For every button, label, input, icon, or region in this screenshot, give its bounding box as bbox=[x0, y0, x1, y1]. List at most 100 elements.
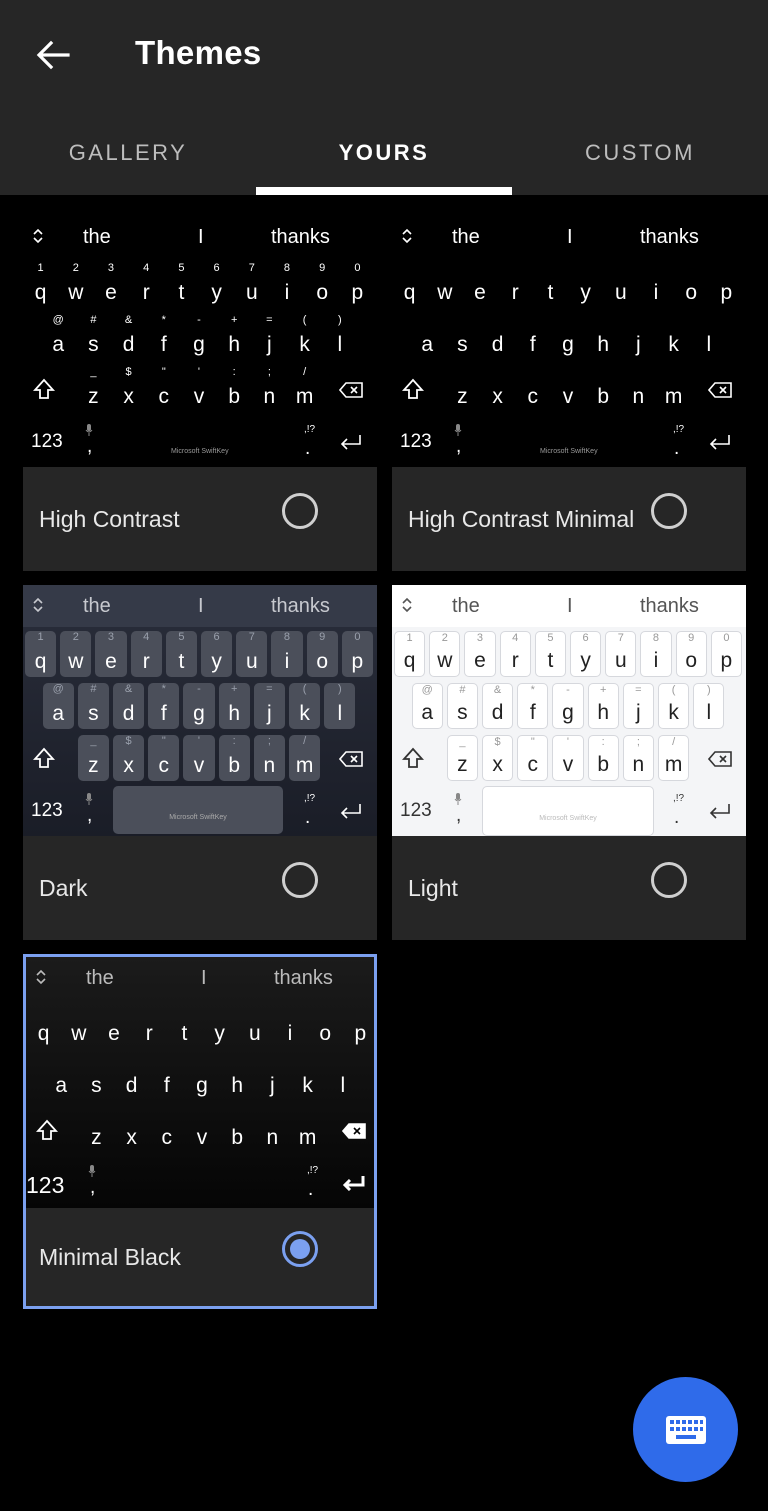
suggestion-bar: the Ithanks bbox=[26, 957, 374, 999]
key-label: a bbox=[52, 333, 65, 356]
key: 5t bbox=[166, 262, 197, 308]
key: u bbox=[605, 262, 636, 308]
key-secondary: # bbox=[459, 684, 466, 696]
key-secondary: / bbox=[672, 736, 676, 748]
theme-card-high-contrast[interactable]: the Ithanks 1 q 2 w 3 e 4 r 5 t 6 y 7 u 8 i 9 o 0 p @ a # s & d * f - g… bbox=[23, 216, 377, 571]
key-label: w bbox=[68, 281, 84, 304]
theme-card-high-contrast-minimal[interactable]: the Ithanks q w e r t y u i o p a s d f g h j k l z x c v b n m 123,… bbox=[392, 216, 746, 571]
back-button[interactable] bbox=[30, 32, 76, 78]
key: 9o bbox=[306, 631, 338, 677]
key-label: z bbox=[457, 753, 468, 776]
key-label: x bbox=[492, 753, 503, 776]
key-label: j bbox=[636, 333, 641, 356]
key: 1q bbox=[25, 631, 57, 677]
tab-bar: GALLERY YOURS CUSTOM bbox=[0, 110, 768, 195]
key: 6y bbox=[201, 631, 233, 677]
key-secondary: 6 bbox=[213, 262, 220, 274]
key-secondary: 5 bbox=[178, 262, 185, 274]
theme-radio-button[interactable] bbox=[282, 862, 318, 898]
keyboard-preview: the Ithanks q w e r t y u i o p a s d f g h j k l z x c v b n m 123,… bbox=[392, 216, 746, 467]
key-label: t bbox=[178, 650, 185, 673]
key-label: p bbox=[354, 1022, 367, 1045]
theme-card-dark[interactable]: the Ithanks 1 q 2 w 3 e 4 r 5 t 6 y 7 u 8 i 9 o 0 p @ a # s & d * f - g… bbox=[23, 585, 377, 940]
key-label: m bbox=[295, 754, 314, 777]
key-secondary: & bbox=[124, 314, 133, 326]
theme-card-minimal-black[interactable]: the Ithanks q w e r t y u i o p a s d f g h j k l z x c v b n m 123,… bbox=[23, 954, 377, 1309]
punctuation-hint: ,!? bbox=[673, 793, 685, 804]
theme-radio-button[interactable] bbox=[282, 1231, 318, 1267]
suggestion: I bbox=[567, 226, 573, 248]
key-label: l bbox=[340, 1074, 346, 1097]
tab-yours[interactable]: YOURS bbox=[256, 110, 512, 195]
key-label: r bbox=[142, 650, 150, 673]
key-label: g bbox=[193, 333, 205, 356]
suggestion: I bbox=[567, 595, 573, 617]
shift-icon bbox=[32, 378, 56, 406]
key: u bbox=[239, 1003, 270, 1049]
key-label: w bbox=[437, 649, 453, 672]
numbers-key: 123 bbox=[31, 431, 63, 452]
key-secondary: 8 bbox=[652, 632, 660, 644]
key-secondary: ( bbox=[302, 683, 307, 695]
key-label: y bbox=[580, 649, 591, 672]
key: _ z bbox=[78, 366, 109, 412]
key: m bbox=[658, 366, 689, 412]
key-label: s bbox=[88, 702, 99, 725]
key-secondary: 5 bbox=[547, 632, 554, 644]
comma-key: , bbox=[456, 436, 462, 457]
key-secondary: 6 bbox=[582, 632, 589, 644]
key-secondary: / bbox=[303, 366, 307, 378]
key-secondary: 0 bbox=[354, 631, 361, 643]
key: (k bbox=[658, 683, 690, 729]
theme-radio-button[interactable] bbox=[651, 862, 687, 898]
key-label: z bbox=[88, 754, 99, 777]
key-secondary: ) bbox=[337, 683, 342, 695]
key-label: r bbox=[142, 281, 150, 304]
key-label: h bbox=[231, 1074, 244, 1097]
key: v bbox=[186, 1107, 217, 1153]
arrow-left-icon bbox=[36, 40, 70, 70]
key-label: m bbox=[664, 753, 683, 776]
key-label: u bbox=[245, 650, 258, 673]
key-label: u bbox=[614, 649, 627, 672]
key: 7u bbox=[605, 631, 637, 677]
key-label: e bbox=[105, 281, 117, 304]
theme-radio-button[interactable] bbox=[651, 493, 687, 529]
theme-name: Light bbox=[408, 875, 458, 901]
key: ) l bbox=[324, 683, 356, 729]
key-label: c bbox=[158, 385, 170, 408]
key-label: d bbox=[122, 333, 135, 356]
punctuation-hint: ,!? bbox=[307, 1165, 319, 1176]
numbers-key: 123 bbox=[31, 800, 63, 821]
key: = j bbox=[254, 314, 285, 360]
key: 8i bbox=[640, 631, 672, 677]
key-label: d bbox=[125, 1074, 138, 1097]
key-secondary: 1 bbox=[37, 262, 44, 274]
key-label: f bbox=[529, 333, 536, 356]
suggestion: I bbox=[198, 226, 204, 248]
keyboard-fab-button[interactable] bbox=[633, 1377, 738, 1482]
key-label: s bbox=[457, 333, 468, 356]
key-label: x bbox=[126, 1126, 137, 1149]
suggestion: thanks bbox=[640, 226, 699, 248]
key-label: r bbox=[511, 281, 519, 304]
key: y bbox=[204, 1003, 235, 1049]
key-secondary: ; bbox=[267, 366, 271, 378]
key: 1q bbox=[25, 262, 56, 308]
key: 3e bbox=[95, 631, 127, 677]
key: ; n bbox=[253, 735, 285, 781]
theme-card-light[interactable]: the Ithanks 1 q 2 w 3 e 4 r 5 t 6 y 7 u 8 i 9 o 0 p @ a # s & d * f - g… bbox=[392, 585, 746, 940]
key-secondary: 2 bbox=[72, 262, 79, 274]
key-label: x bbox=[492, 385, 503, 408]
tab-gallery[interactable]: GALLERY bbox=[0, 110, 256, 195]
backspace-icon bbox=[707, 751, 732, 773]
theme-radio-button[interactable] bbox=[282, 493, 318, 529]
key-secondary: 3 bbox=[476, 632, 484, 644]
keyboard-preview: the Ithanks 1 q 2 w 3 e 4 r 5 t 6 y 7 u 8 i 9 o 0 p @ a # s & d * f - g… bbox=[23, 216, 377, 467]
tab-custom[interactable]: CUSTOM bbox=[512, 110, 768, 195]
key: :b bbox=[218, 735, 250, 781]
key-secondary: ; bbox=[636, 736, 640, 748]
key-secondary: 9 bbox=[688, 632, 695, 644]
key: p bbox=[711, 262, 742, 308]
numbers-key: 123 bbox=[400, 800, 432, 821]
